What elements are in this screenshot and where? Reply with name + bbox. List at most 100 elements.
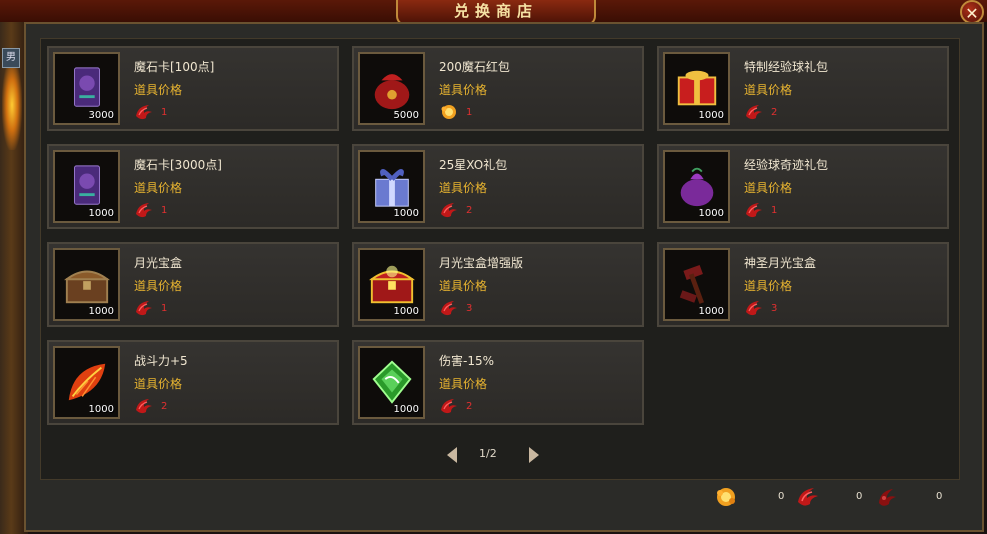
page-indicator: 1/2 (479, 447, 497, 460)
item-slot[interactable]: 1000 (53, 150, 120, 223)
item-quantity: 1000 (88, 306, 114, 317)
purple-card-icon (74, 67, 100, 107)
red-claw-icon (136, 301, 152, 316)
exp-box-icon (677, 70, 717, 106)
price-value: 1 (466, 107, 473, 118)
item-slot[interactable]: 5000 (358, 52, 425, 125)
price-label: 道具价格 (439, 377, 488, 391)
red-claw-icon (798, 488, 818, 506)
item-name: 神圣月光宝盒 (744, 256, 817, 270)
item-quantity: 1000 (393, 404, 419, 415)
red-bag-icon (374, 74, 410, 110)
price-value: 3 (771, 303, 778, 314)
item-slot[interactable]: 1000 (53, 248, 120, 321)
purple-bag-icon (680, 167, 714, 207)
price-value: 2 (466, 401, 473, 412)
item-slot[interactable]: 1000 (663, 150, 730, 223)
item-slot[interactable]: 1000 (53, 346, 120, 419)
hammer-icon (679, 265, 704, 304)
shop-item[interactable]: 1000 神圣月光宝盒 道具价格 3 (657, 242, 949, 327)
dark-red-gem-icon (879, 489, 896, 506)
purple-card-icon (74, 165, 100, 205)
item-slot[interactable]: 1000 (663, 52, 730, 125)
item-name: 特制经验球礼包 (744, 60, 829, 74)
item-quantity: 1000 (88, 208, 114, 219)
price-label: 道具价格 (134, 377, 183, 391)
red-claw-icon (746, 105, 762, 120)
price-label: 道具价格 (744, 181, 793, 195)
price-label: 道具价格 (134, 279, 183, 293)
shop-item[interactable]: 3000 魔石卡[100点] 道具价格 1 (47, 46, 339, 131)
price-value: 1 (161, 107, 168, 118)
side-tab[interactable]: 男 (2, 48, 20, 68)
chest-icon (63, 270, 111, 304)
red-claw-icon (136, 105, 152, 120)
shop-item[interactable]: 1000 战斗力+5 道具价格 2 (47, 340, 339, 425)
red-count: 0 (856, 491, 863, 502)
price-label: 道具价格 (439, 83, 488, 97)
prev-page-icon[interactable] (445, 446, 459, 464)
item-name: 25星XO礼包 (439, 158, 508, 172)
red-claw-icon (441, 203, 457, 218)
item-name: 魔石卡[3000点] (134, 158, 222, 172)
currency-bar: 0 0 0 (712, 484, 952, 510)
shop-item[interactable]: 1000 25星XO礼包 道具价格 2 (352, 144, 644, 229)
item-quantity: 5000 (393, 110, 419, 121)
item-quantity: 1000 (393, 208, 419, 219)
green-crystal-icon (372, 360, 412, 404)
price-label: 道具价格 (134, 181, 183, 195)
item-quantity: 3000 (88, 110, 114, 121)
gold-flame-icon (441, 105, 456, 119)
shop-item[interactable]: 1000 月光宝盒增强版 道具价格 3 (352, 242, 644, 327)
gold-count: 0 (778, 491, 785, 502)
red-claw-icon (746, 301, 762, 316)
red-claw-icon (136, 399, 152, 414)
price-value: 1 (161, 303, 168, 314)
red-claw-icon (441, 399, 457, 414)
item-name: 战斗力+5 (134, 354, 188, 368)
price-value: 2 (466, 205, 473, 216)
next-page-icon[interactable] (527, 446, 541, 464)
item-slot[interactable]: 1000 (358, 346, 425, 419)
blue-gift-icon (375, 169, 409, 207)
pager: 1/2 (445, 444, 545, 466)
price-value: 2 (771, 107, 778, 118)
price-label: 道具价格 (439, 181, 488, 195)
item-slot[interactable]: 1000 (663, 248, 730, 321)
shop-item[interactable]: 1000 魔石卡[3000点] 道具价格 1 (47, 144, 339, 229)
dark-red-count: 0 (936, 491, 943, 502)
window-title: 兑换商店 (453, 2, 538, 20)
price-label: 道具价格 (439, 279, 488, 293)
item-quantity: 1000 (698, 306, 724, 317)
gold-flame-icon (717, 488, 735, 506)
price-value: 2 (161, 401, 168, 412)
fire-leaf-icon (68, 363, 106, 401)
shop-item[interactable]: 1000 伤害-15% 道具价格 2 (352, 340, 644, 425)
red-claw-icon (136, 203, 152, 218)
shop-item[interactable]: 1000 经验球奇迹礼包 道具价格 1 (657, 144, 949, 229)
item-quantity: 1000 (88, 404, 114, 415)
item-slot[interactable]: 1000 (358, 150, 425, 223)
item-name: 月光宝盒 (134, 256, 183, 270)
item-quantity: 1000 (698, 110, 724, 121)
shop-item[interactable]: 5000 200魔石红包 道具价格 1 (352, 46, 644, 131)
red-claw-icon (441, 301, 457, 316)
item-name: 魔石卡[100点] (134, 60, 215, 74)
item-slot[interactable]: 1000 (358, 248, 425, 321)
shop-item[interactable]: 1000 月光宝盒道具价格 1 (47, 242, 339, 327)
price-label: 道具价格 (134, 83, 183, 97)
price-value: 3 (466, 303, 473, 314)
red-claw-icon (746, 203, 762, 218)
item-slot[interactable]: 3000 (53, 52, 120, 125)
item-name: 月光宝盒增强版 (439, 256, 524, 270)
item-name: 200魔石红包 (439, 60, 510, 74)
price-value: 1 (771, 205, 778, 216)
close-button[interactable]: ✕ (960, 0, 984, 24)
item-name: 伤害-15% (439, 354, 495, 368)
price-label: 道具价格 (744, 279, 793, 293)
price-label: 道具价格 (744, 83, 793, 97)
item-quantity: 1000 (393, 306, 419, 317)
shop-item[interactable]: 1000 特制经验球礼包 道具价格 2 (657, 46, 949, 131)
gold-chest-icon (368, 265, 416, 304)
torch-glow (2, 60, 22, 150)
